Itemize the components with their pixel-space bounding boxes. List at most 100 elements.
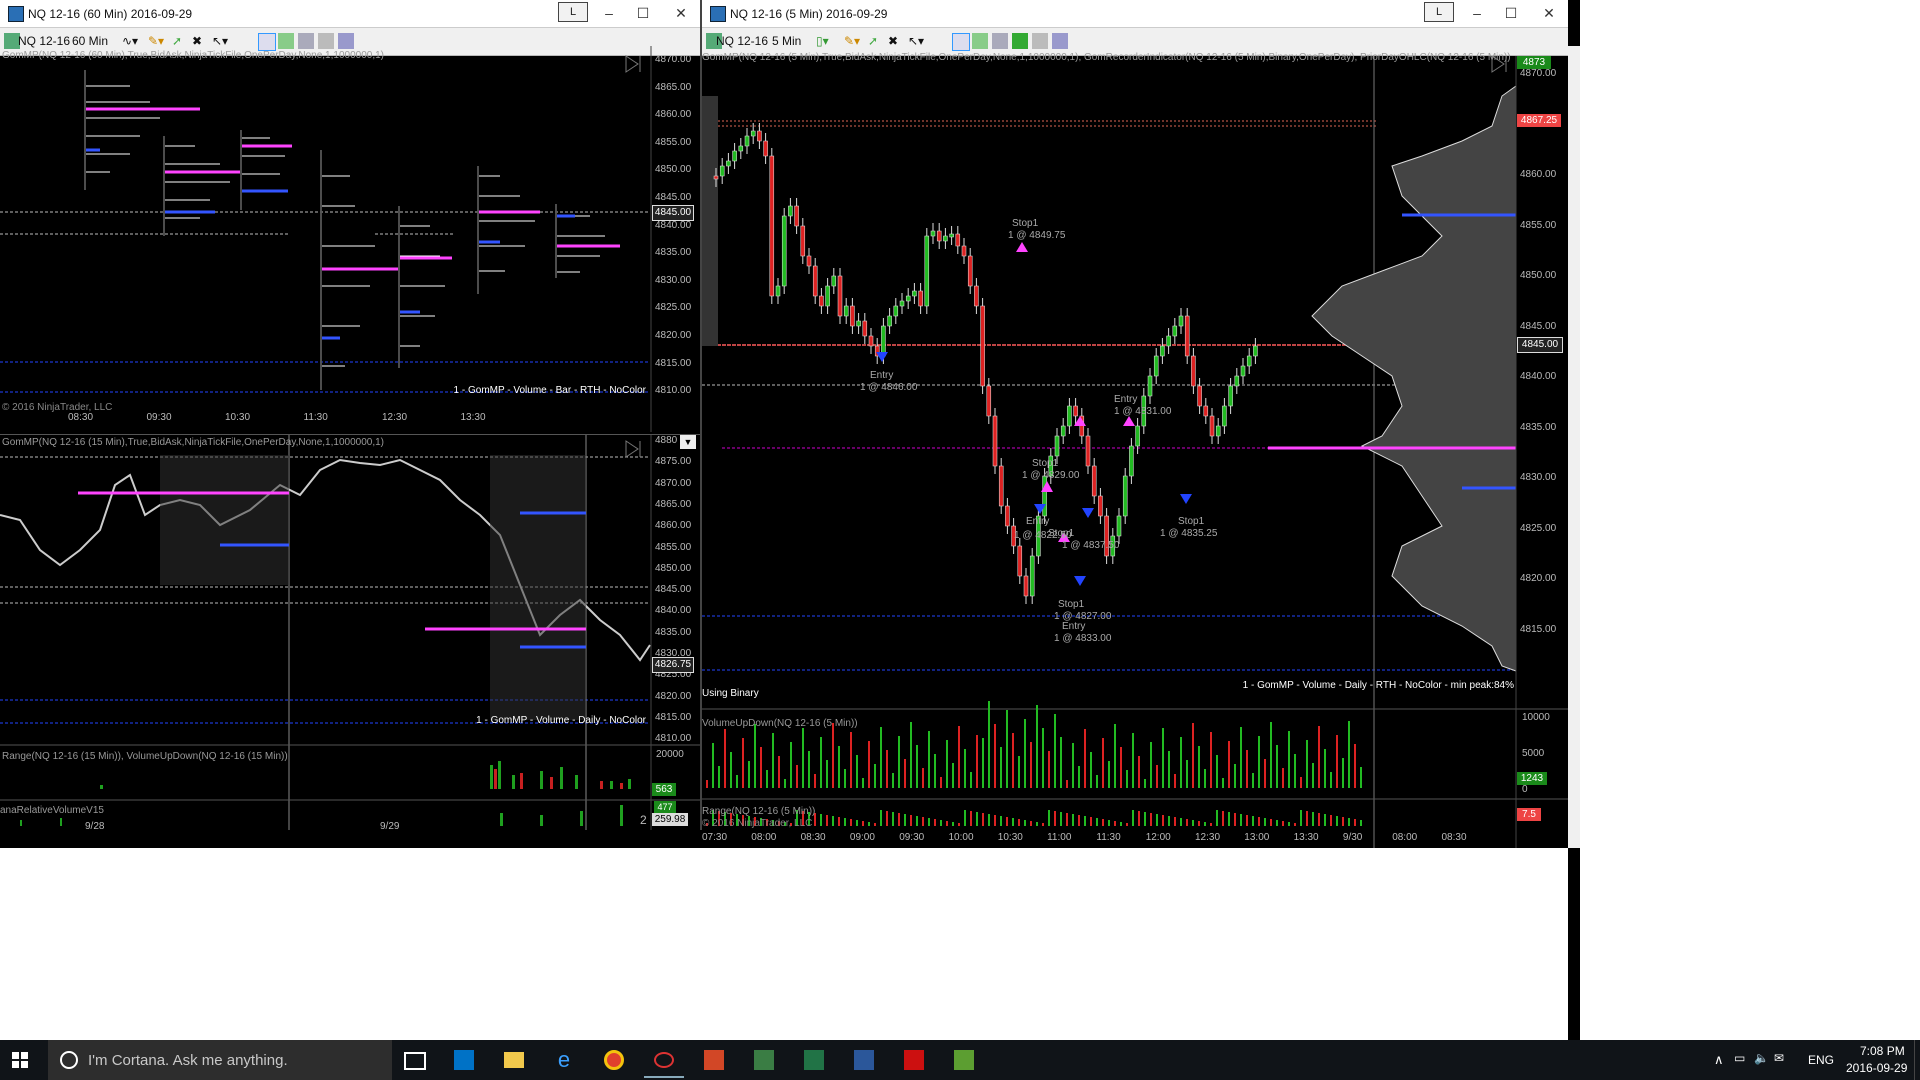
strategies-icon[interactable] [992, 33, 1008, 49]
time-tick-label: 10:00 [948, 832, 974, 843]
volume-bar [1360, 767, 1362, 788]
network-icon[interactable]: ▭ [1734, 1051, 1745, 1065]
volume-bar [1090, 752, 1092, 788]
maximize-icon[interactable]: ☐ [1500, 3, 1522, 23]
task-view-icon[interactable] [404, 1052, 426, 1070]
chart-5min-indicator-label: GomMP(NQ 12-16 (5 Min),True,BidAsk,Ninja… [702, 52, 1511, 63]
link-button[interactable]: L [1424, 2, 1454, 22]
range-bar [1276, 820, 1278, 826]
volume-bar [1006, 710, 1008, 788]
language-indicator[interactable]: ENG [1808, 1053, 1834, 1067]
edge-icon[interactable]: e [544, 1044, 584, 1076]
minimize-icon[interactable]: – [1466, 3, 1488, 23]
candle [819, 295, 824, 307]
window-scrollbar[interactable] [1568, 46, 1580, 848]
chart-15min[interactable]: GomMP(NQ 12-16 (15 Min),True,BidAsk,Ninj… [0, 434, 700, 830]
range-bar [982, 813, 984, 826]
cortana-search-box[interactable]: I'm Cortana. Ask me anything. [48, 1040, 392, 1080]
price-tick-label: 4870.00 [1520, 68, 1557, 79]
interval-selector[interactable]: 5 Min [770, 32, 803, 50]
chart-60min[interactable]: GomMP(NQ 12-16 (60 Min),True,BidAsk,Ninj… [0, 46, 700, 432]
range-bar [1126, 823, 1128, 826]
data-series-icon[interactable] [952, 33, 970, 51]
range-bar [1054, 811, 1056, 826]
file-explorer-icon[interactable] [494, 1044, 534, 1076]
chart-5min[interactable]: GomMP(NQ 12-16 (5 Min),True,BidAsk,Ninja… [702, 52, 1568, 848]
chart-15min-svg [0, 435, 700, 830]
green-app-icon[interactable] [944, 1044, 984, 1076]
powerpoint-icon[interactable] [694, 1044, 734, 1076]
chart-60min-time-axis: 08:30 09:30 10:30 11:30 12:30 13:30 [0, 412, 650, 430]
candle [905, 295, 911, 302]
range-bar [1300, 810, 1302, 826]
price-tick-label: 4830.00 [1520, 472, 1557, 483]
price-tick-label: 4850.00 [1520, 270, 1557, 281]
acrobat-icon[interactable] [894, 1044, 934, 1076]
cursor-mode-icon[interactable]: ↖▾ [906, 32, 926, 50]
ninjatrader-taskbar-icon[interactable] [644, 1044, 684, 1078]
candle [1209, 415, 1215, 437]
volume-bar [898, 736, 900, 788]
candle [893, 305, 899, 317]
excel-icon[interactable] [794, 1044, 834, 1076]
tws-icon[interactable] [744, 1044, 784, 1076]
price-tick-label: 4845.00 [655, 192, 692, 203]
range-bar [1114, 821, 1116, 826]
link-button[interactable]: L [558, 2, 588, 22]
volume-bar [1336, 735, 1338, 788]
message-icon[interactable]: ✉ [1774, 1051, 1784, 1065]
volume-bar [1114, 724, 1116, 788]
candle [1017, 545, 1023, 577]
close-icon[interactable]: ✕ [1538, 3, 1560, 23]
volume-icon[interactable]: 🔈 [1754, 1051, 1769, 1065]
volume-bar [886, 750, 888, 788]
volume-bar [1126, 770, 1128, 788]
volume-bar [976, 735, 978, 788]
trade-label: Entry [870, 370, 894, 381]
price-tick-label: 4880 [655, 435, 678, 446]
trade-label: Stop1 [1032, 458, 1059, 469]
range-bar [910, 815, 912, 826]
range-bar [994, 815, 996, 826]
instrument-selector[interactable]: NQ 12-16 [714, 32, 770, 50]
candle [763, 140, 768, 157]
indicators-icon[interactable] [972, 33, 988, 49]
data-box-icon[interactable] [1052, 33, 1068, 49]
volume-bar [880, 727, 882, 788]
candle [912, 290, 917, 297]
clock-date[interactable]: 2016-09-29 [1846, 1061, 1907, 1075]
time-tick-label: 13:00 [1244, 832, 1270, 843]
remove-drawing-icon[interactable]: ✖ [886, 32, 900, 50]
volume-bar [808, 751, 810, 788]
outlook-icon[interactable] [444, 1044, 484, 1076]
range-bar [1060, 812, 1062, 826]
candle [1054, 435, 1060, 457]
range-bar [826, 815, 828, 826]
word-icon[interactable] [844, 1044, 884, 1076]
price-tick-label: 4860.00 [1520, 169, 1557, 180]
close-icon[interactable]: ✕ [670, 3, 692, 23]
range-bar [1222, 811, 1224, 826]
volume-bar [1276, 745, 1278, 788]
chrome-icon[interactable] [594, 1044, 634, 1076]
properties-icon[interactable] [1032, 33, 1048, 49]
maximize-icon[interactable]: ☐ [632, 3, 654, 23]
range-bar [1264, 818, 1266, 826]
windows-start-icon[interactable] [12, 1052, 28, 1068]
right-title-bar[interactable]: NQ 12-16 (5 Min) 2016-09-29 L – ☐ ✕ [702, 0, 1568, 28]
chart-style-icon[interactable]: ▯▾ [814, 32, 831, 50]
clock-time[interactable]: 7:08 PM [1860, 1044, 1905, 1058]
range-bar [928, 818, 930, 826]
drawing-tool-icon[interactable]: ✎▾ [842, 32, 862, 50]
draw-line-icon[interactable]: ➚ [866, 32, 880, 50]
range-bar [1240, 814, 1242, 826]
pane-collapse-icon[interactable]: ▼ [680, 435, 696, 449]
show-desktop-button[interactable] [1914, 1040, 1920, 1080]
candle [769, 155, 775, 297]
candle [806, 255, 812, 267]
left-title-bar[interactable]: NQ 12-16 (60 Min) 2016-09-29 L – ☐ ✕ [0, 0, 700, 28]
time-tick-label: 08:00 [751, 832, 777, 843]
minimize-icon[interactable]: – [598, 3, 620, 23]
chart-trader-icon[interactable] [1012, 33, 1028, 49]
tray-chevron-icon[interactable]: ∧ [1714, 1052, 1724, 1068]
